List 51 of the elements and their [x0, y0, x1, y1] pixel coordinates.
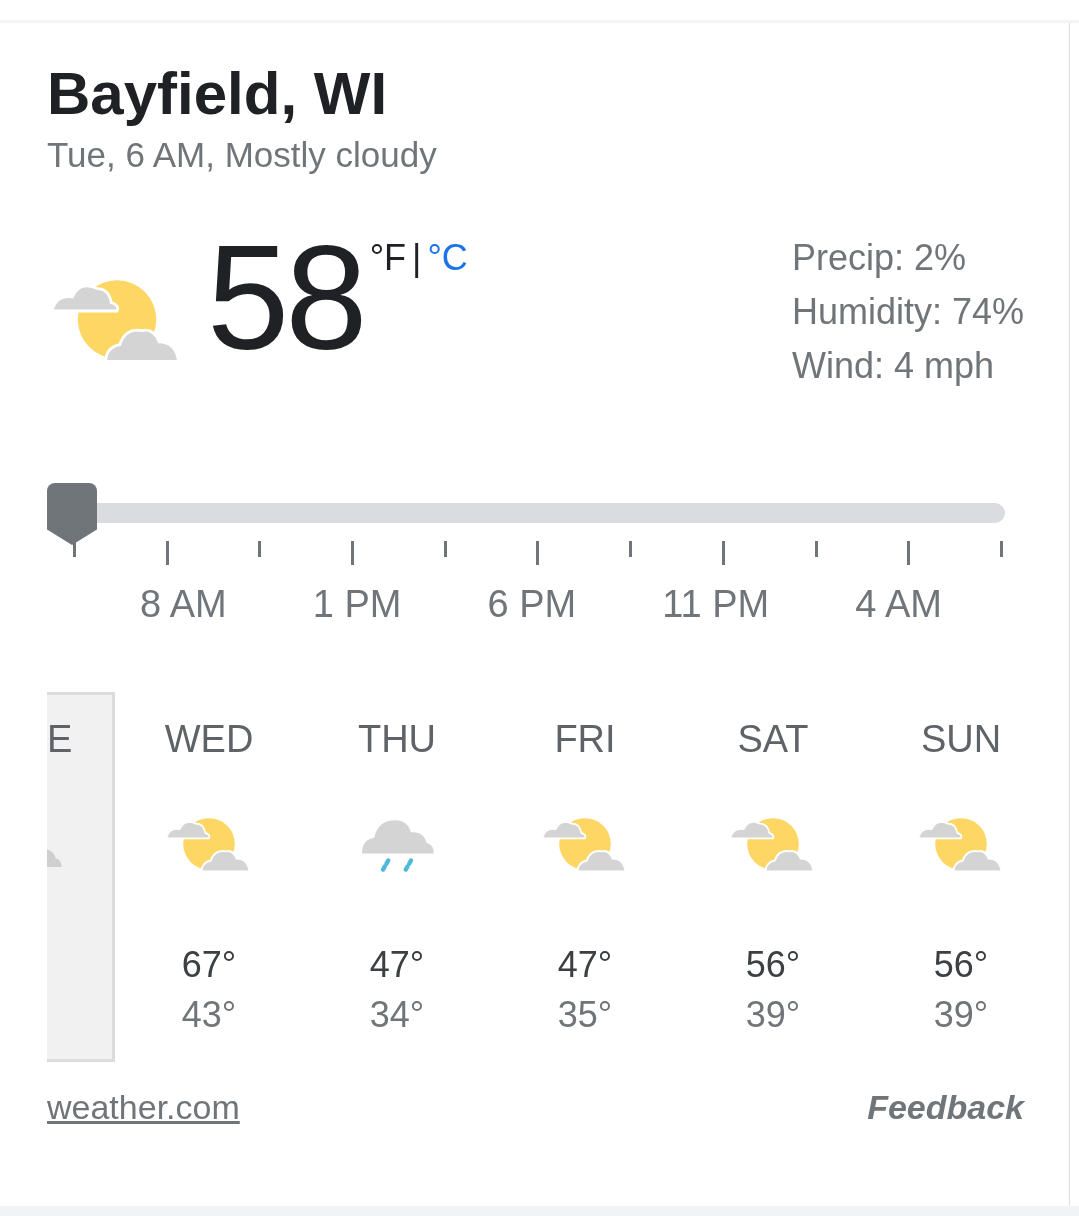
high-temperature: 56° — [745, 944, 801, 986]
day-tile[interactable]: FRI 47° 35° — [491, 692, 679, 1062]
tick-mark — [351, 541, 355, 565]
tick-mark — [629, 541, 633, 557]
tick-mark — [165, 541, 169, 565]
low-temperature: 34° — [369, 994, 425, 1036]
time-label: 1 PM — [312, 583, 402, 626]
day-tile[interactable]: SUN 56° 39° — [867, 692, 1055, 1062]
tick-mark — [258, 541, 262, 557]
unit-separator: | — [412, 237, 422, 279]
tick-mark — [999, 541, 1003, 557]
day-label: SUN — [920, 718, 1002, 762]
time-label: 6 PM — [487, 583, 577, 626]
day-label: E — [47, 718, 73, 762]
day-label: FRI — [554, 718, 616, 762]
tick-mark — [814, 541, 818, 557]
unit-toggle[interactable]: °C — [427, 237, 468, 279]
day-label: WED — [164, 718, 254, 762]
condition-subtitle: Tue, 6 AM, Mostly cloudy — [47, 134, 438, 176]
tick-mark — [73, 541, 76, 557]
tick-mark — [721, 541, 725, 565]
low-temperature: 43° — [181, 994, 237, 1036]
cloud-icon — [47, 848, 63, 867]
location-title: Bayfield, WI — [47, 59, 389, 129]
day-tile[interactable]: SAT 56° 39° — [679, 692, 867, 1062]
source-link[interactable]: weather.com — [47, 1088, 240, 1127]
unit-toggle[interactable]: °F — [369, 237, 406, 279]
tick-mark — [907, 541, 911, 565]
time-label: 11 PM — [662, 583, 770, 626]
low-temperature: 39° — [933, 994, 989, 1036]
time-label: 8 AM — [140, 583, 227, 626]
day-label: THU — [357, 718, 437, 762]
high-temperature: 47° — [557, 944, 613, 986]
weather-detail: Wind: 4 mph — [791, 344, 995, 388]
day-tile[interactable]: WED 67° 43° — [115, 692, 303, 1062]
weather-detail: Humidity: 74% — [791, 290, 1024, 334]
selected-day-tile[interactable]: E — [47, 692, 115, 1062]
tick-mark — [443, 541, 447, 557]
weather-detail: Precip: 2% — [791, 236, 967, 280]
temperature-value: 58 — [207, 223, 364, 373]
low-temperature: 39° — [745, 994, 801, 1036]
high-temperature: 47° — [369, 944, 425, 986]
timeline-handle[interactable] — [47, 483, 97, 545]
tick-mark — [536, 541, 540, 565]
day-label: SAT — [737, 718, 809, 762]
feedback-link[interactable]: Feedback — [867, 1088, 1024, 1127]
time-label: 4 AM — [855, 583, 942, 626]
high-temperature: 67° — [181, 944, 237, 986]
high-temperature: 56° — [933, 944, 989, 986]
day-tile[interactable]: THU 47° 34° — [303, 692, 491, 1062]
low-temperature: 35° — [557, 994, 613, 1036]
